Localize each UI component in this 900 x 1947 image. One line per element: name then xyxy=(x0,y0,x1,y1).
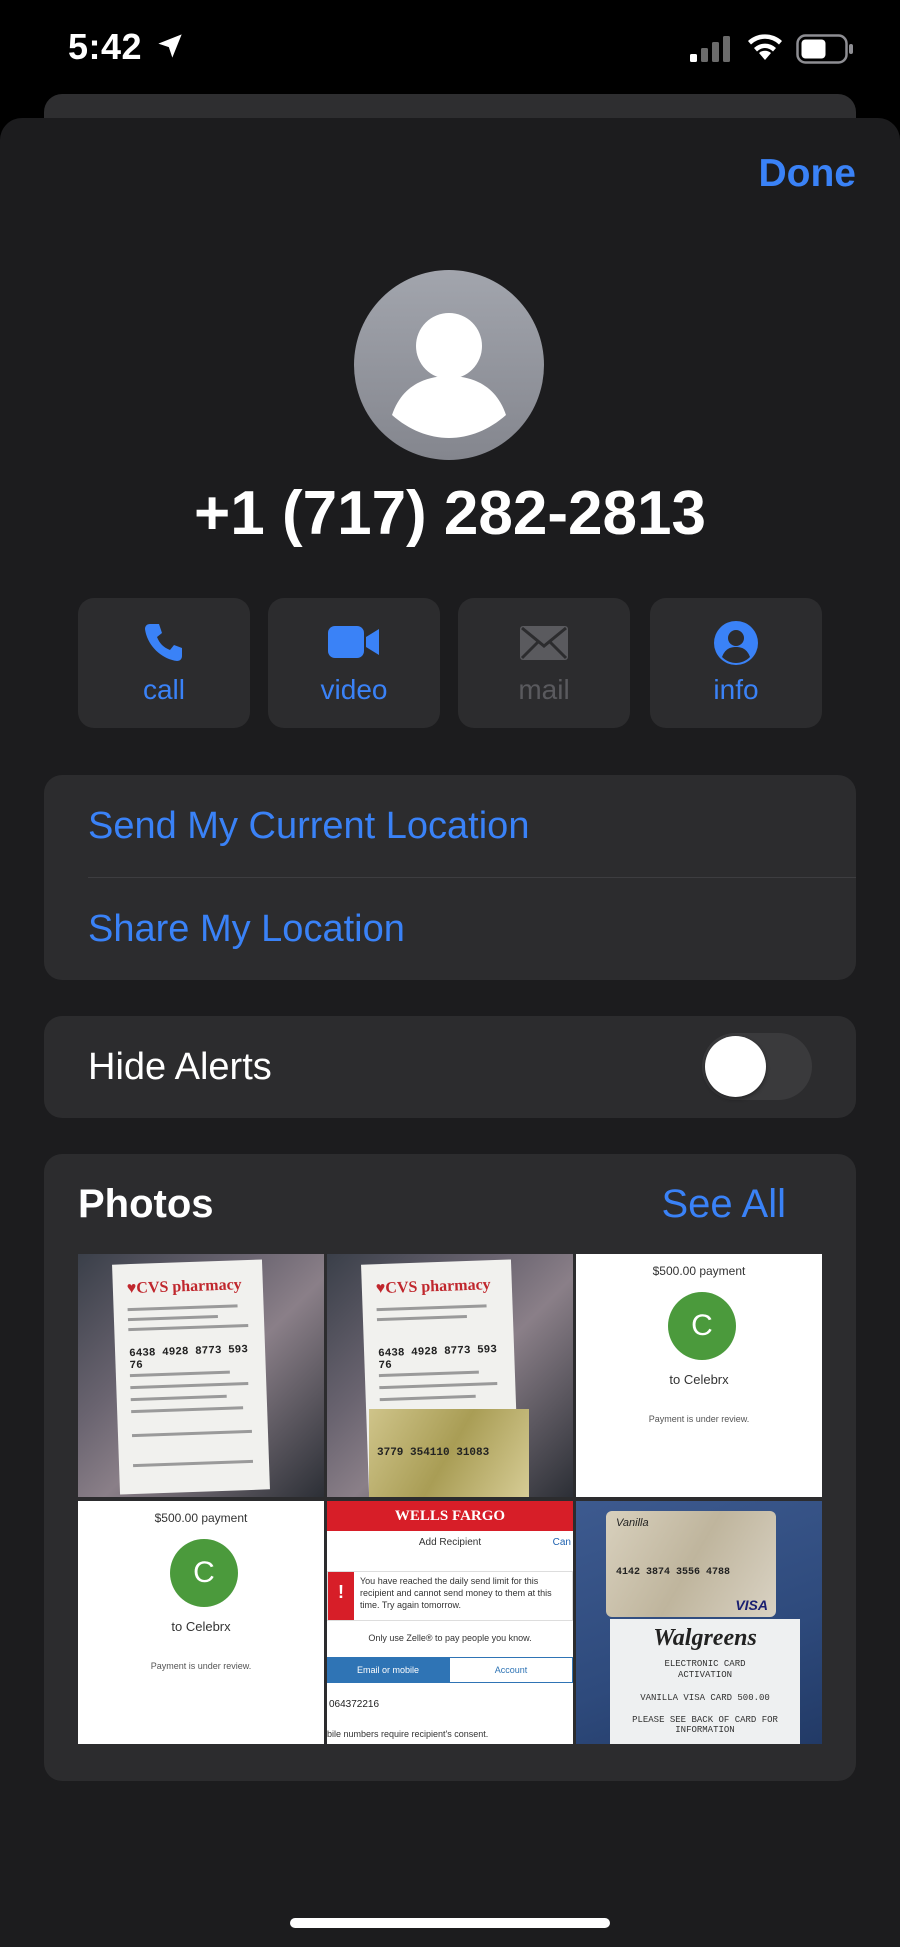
receipt-brand: ♥CVS pharmacy xyxy=(126,1276,242,1298)
card-number: 4142 3874 3556 4788 xyxy=(616,1567,731,1578)
cellular-signal-icon xyxy=(690,36,730,62)
person-silhouette-icon xyxy=(392,313,506,438)
mail-label: mail xyxy=(518,674,570,705)
info-label: info xyxy=(713,674,759,705)
see-all-button[interactable]: See All xyxy=(661,1182,786,1227)
battery-icon xyxy=(796,34,853,64)
share-my-location-button[interactable]: Share My Location xyxy=(88,908,405,951)
receipt-brand: ♥CVS pharmacy xyxy=(375,1276,491,1298)
photo-walgreens[interactable]: Vanilla 4142 3874 3556 4788 VISA Walgree… xyxy=(576,1501,822,1744)
mail-button[interactable]: mail xyxy=(458,598,630,728)
receipt-line: ELECTRONIC CARD xyxy=(664,1659,746,1669)
photos-card: Photos See All ♥CVS pharmacy 6438 4928 8… xyxy=(44,1154,856,1781)
video-button[interactable]: video xyxy=(268,598,440,728)
photo-payment-2[interactable]: $500.00 payment C to Celebrx Payment is … xyxy=(78,1501,324,1744)
divider xyxy=(88,877,856,878)
envelope-icon xyxy=(520,626,568,660)
photo-payment-1[interactable]: $500.00 payment C to Celebrx Payment is … xyxy=(576,1254,822,1497)
card-brand: Vanilla xyxy=(616,1517,649,1529)
walgreens-receipt: Walgreens ELECTRONIC CARD ACTIVATION VAN… xyxy=(610,1619,800,1744)
home-indicator[interactable] xyxy=(290,1918,610,1928)
walgreens-brand: Walgreens xyxy=(653,1625,757,1651)
hide-alerts-toggle[interactable] xyxy=(702,1033,812,1100)
recipient-avatar: C xyxy=(170,1539,238,1607)
send-current-location-button[interactable]: Send My Current Location xyxy=(88,805,529,848)
call-button[interactable]: call xyxy=(78,598,250,728)
payment-status: Payment is under review. xyxy=(648,1414,750,1424)
toggle-knob xyxy=(705,1036,766,1097)
location-arrow-icon xyxy=(158,34,182,58)
wells-fargo-zelle-note: Only use Zelle® to pay people you know. xyxy=(368,1633,532,1643)
wells-fargo-subtitle: Add Recipient xyxy=(418,1537,482,1548)
status-bar: 5:42 xyxy=(0,0,900,96)
payment-recipient: to Celebrx xyxy=(171,1619,231,1634)
photos-grid: ♥CVS pharmacy 6438 4928 8773 593 76 ♥CVS… xyxy=(78,1254,822,1744)
photo-receipt-2[interactable]: ♥CVS pharmacy 6438 4928 8773 593 76 3779… xyxy=(327,1254,573,1497)
photo-receipt-1[interactable]: ♥CVS pharmacy 6438 4928 8773 593 76 xyxy=(78,1254,324,1497)
hide-alerts-label: Hide Alerts xyxy=(88,1046,272,1088)
receipt-line: ACTIVATION xyxy=(677,1670,732,1680)
info-button[interactable]: info xyxy=(650,598,822,728)
receipt-number: 6438 4928 8773 593 76 xyxy=(128,1344,249,1373)
location-card: Send My Current Location Share My Locati… xyxy=(44,775,856,980)
wells-fargo-alert-text: You have reached the daily send limit fo… xyxy=(360,1576,552,1610)
hide-alerts-card: Hide Alerts xyxy=(44,1016,856,1118)
wells-fargo-number: 064372216 xyxy=(329,1699,380,1710)
receipt-line: PLEASE SEE BACK OF CARD FOR INFORMATION xyxy=(632,1715,778,1735)
gift-card-number: 3779 354110 31083 xyxy=(377,1447,490,1459)
person-circle-icon xyxy=(714,621,758,665)
wifi-icon xyxy=(748,34,782,60)
alert-icon: ! xyxy=(328,1572,354,1620)
recipient-avatar: C xyxy=(668,1292,736,1360)
gift-card: 3779 354110 31083 xyxy=(369,1409,529,1497)
contact-avatar xyxy=(354,270,544,460)
photos-title: Photos xyxy=(78,1182,214,1226)
receipt-line: VANILLA VISA CARD 500.00 xyxy=(640,1693,770,1703)
call-label: call xyxy=(142,674,185,705)
card-network: VISA xyxy=(735,1597,768,1613)
receipt: ♥CVS pharmacy 6438 4928 8773 593 76 xyxy=(112,1259,270,1495)
status-time: 5:42 xyxy=(68,26,143,67)
wells-fargo-alert: ! You have reached the daily send limit … xyxy=(327,1571,573,1621)
photo-wells-fargo[interactable]: WELLS FARGO Add Recipient Can ! You have… xyxy=(327,1501,573,1744)
wells-fargo-footer: bile numbers require recipient's consent… xyxy=(327,1729,489,1739)
video-label: video xyxy=(320,674,388,705)
contact-phone-number: +1 (717) 282-2813 xyxy=(194,479,706,548)
wells-fargo-tab-account: Account xyxy=(449,1657,573,1683)
wells-fargo-header: WELLS FARGO xyxy=(327,1501,573,1531)
payment-amount: $500.00 payment xyxy=(154,1511,248,1525)
contact-actions: call video mail info xyxy=(78,598,822,728)
wells-fargo-cancel: Can xyxy=(552,1537,571,1548)
done-button[interactable]: Done xyxy=(759,152,857,196)
phone-icon xyxy=(145,624,182,661)
receipt-number: 6438 4928 8773 593 76 xyxy=(377,1344,498,1373)
payment-status: Payment is under review. xyxy=(150,1661,252,1671)
payment-amount: $500.00 payment xyxy=(652,1264,746,1278)
vanilla-visa-card: Vanilla 4142 3874 3556 4788 VISA xyxy=(606,1511,776,1617)
wells-fargo-tab-email: Email or mobile xyxy=(327,1657,449,1683)
payment-recipient: to Celebrx xyxy=(669,1372,729,1387)
video-camera-icon xyxy=(328,626,379,658)
